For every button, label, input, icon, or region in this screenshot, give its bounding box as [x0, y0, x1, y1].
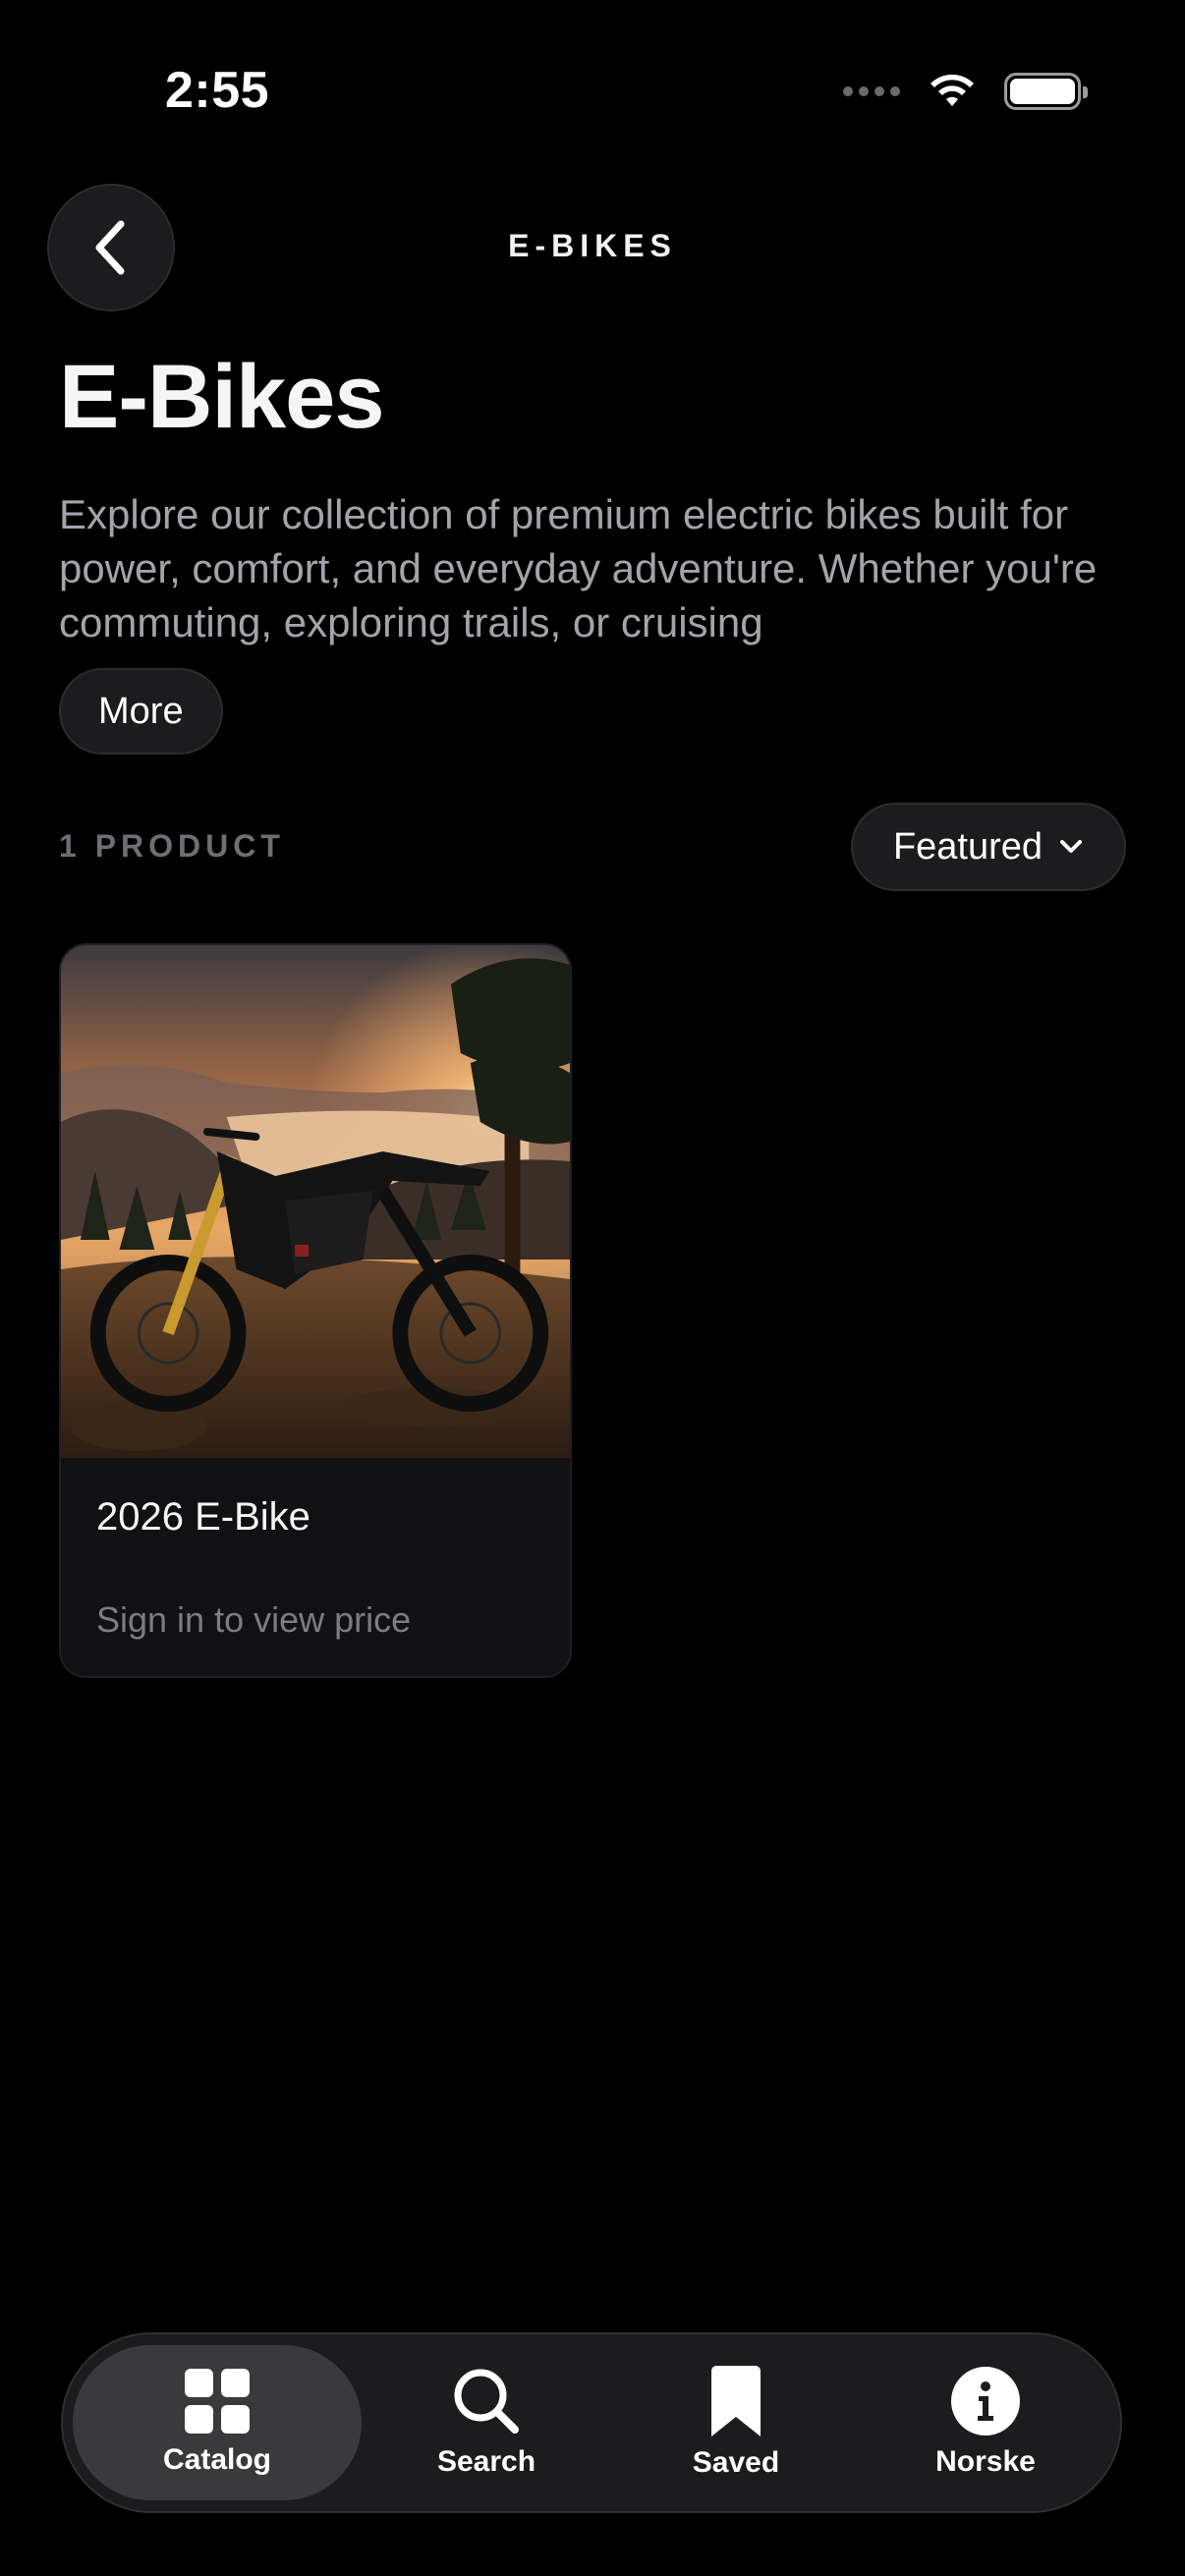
- tab-catalog[interactable]: Catalog: [73, 2345, 362, 2500]
- page-title: E-Bikes: [59, 347, 384, 447]
- tab-norske[interactable]: Norske: [861, 2345, 1110, 2500]
- header-title: E-BIKES: [508, 228, 677, 263]
- more-button[interactable]: More: [59, 668, 223, 755]
- tab-search[interactable]: Search: [362, 2345, 611, 2500]
- tab-label: Catalog: [162, 2443, 271, 2476]
- cellular-signal-icon: [843, 86, 900, 96]
- sort-label: Featured: [892, 825, 1044, 868]
- collection-description: Explore our collection of premium electr…: [59, 491, 1098, 645]
- chevron-down-icon: [1060, 840, 1083, 853]
- status-time: 2:55: [165, 62, 270, 119]
- tab-bar: Catalog Search Saved Norske: [61, 2332, 1122, 2513]
- product-image: [61, 945, 570, 1458]
- status-icons: [843, 73, 1088, 110]
- screen: 2:55 E-BIKES E-Bikes Explore our collect…: [0, 0, 1185, 2576]
- info-icon: [951, 2367, 1020, 2436]
- product-name: 2026 E-Bike: [96, 1495, 310, 1539]
- product-price: Sign in to view price: [96, 1599, 412, 1640]
- tab-label: Search: [436, 2445, 536, 2478]
- tab-label: Saved: [692, 2446, 780, 2479]
- tab-label: Norske: [935, 2445, 1036, 2478]
- sort-dropdown[interactable]: Featured: [851, 803, 1126, 891]
- search-icon: [454, 2369, 519, 2434]
- grid-icon: [185, 2369, 250, 2434]
- product-count: 1 PRODUCT: [59, 828, 285, 864]
- wifi-icon: [931, 74, 974, 106]
- bookmark-icon: [711, 2366, 761, 2436]
- product-card[interactable]: 2026 E-Bike Sign in to view price: [59, 943, 572, 1678]
- tab-saved[interactable]: Saved: [611, 2345, 861, 2500]
- battery-icon: [1004, 73, 1088, 110]
